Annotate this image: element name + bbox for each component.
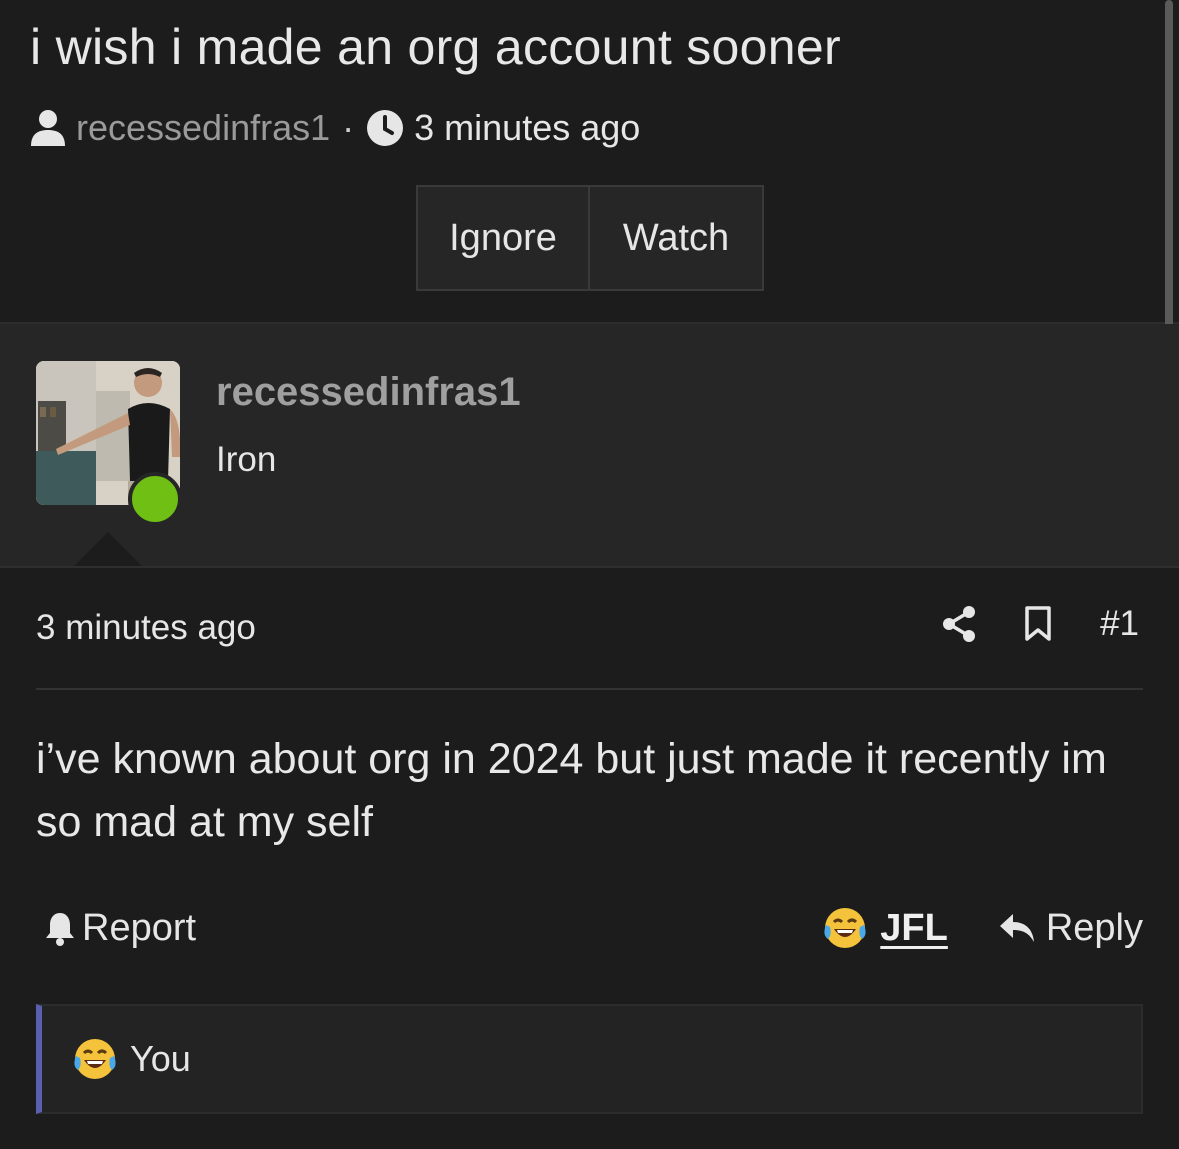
thread-header: i wish i made an org account sooner rece… — [0, 0, 1179, 324]
post-pointer-notch — [74, 532, 142, 566]
bell-icon — [44, 910, 76, 946]
post-username[interactable]: recessedinfras1 — [216, 370, 521, 415]
meta-separator: · — [342, 107, 355, 148]
online-status-indicator — [128, 472, 182, 526]
post-user-panel: recessedinfras1 Iron — [0, 324, 1179, 568]
post-body: 3 minutes ago #1 i’ve known about org in… — [0, 568, 1179, 1149]
share-icon[interactable] — [942, 606, 976, 642]
bookmark-icon[interactable] — [1024, 606, 1052, 642]
divider — [36, 688, 1143, 690]
laughing-crying-emoji-icon — [72, 1036, 118, 1082]
post-number[interactable]: #1 — [1100, 604, 1139, 644]
post-content: i’ve known about org in 2024 but just ma… — [36, 735, 1107, 846]
thread-button-group: Ignore Watch — [416, 185, 764, 291]
thread-title: i wish i made an org account sooner — [30, 19, 841, 75]
reply-arrow-icon — [998, 911, 1036, 945]
reactions-bar[interactable]: You — [36, 1004, 1143, 1114]
laughing-crying-emoji-icon — [822, 905, 868, 951]
thread-time[interactable]: 3 minutes ago — [414, 107, 640, 149]
post-footer: Report JFL Reply — [36, 898, 1143, 958]
reply-label: Reply — [1045, 906, 1143, 949]
footer-actions: JFL Reply — [822, 905, 1143, 951]
thread-author-link[interactable]: recessedinfras1 — [76, 107, 330, 149]
user-title: Iron — [216, 440, 277, 479]
reaction-users: You — [130, 1038, 191, 1079]
clock-icon — [366, 109, 404, 147]
report-button[interactable]: Report — [44, 907, 196, 950]
post-time[interactable]: 3 minutes ago — [36, 608, 256, 648]
thread-page: i wish i made an org account sooner rece… — [0, 0, 1179, 1149]
jfl-label: JFL — [880, 906, 948, 949]
ignore-button[interactable]: Ignore — [418, 187, 590, 289]
user-icon — [30, 109, 66, 147]
watch-button[interactable]: Watch — [590, 187, 762, 289]
thread-meta: recessedinfras1 · 3 minutes ago — [30, 104, 640, 152]
post-actions-top: #1 — [942, 604, 1139, 644]
reply-button[interactable]: Reply — [998, 907, 1143, 950]
report-label: Report — [82, 906, 197, 949]
jfl-reaction-button[interactable]: JFL — [822, 905, 948, 951]
